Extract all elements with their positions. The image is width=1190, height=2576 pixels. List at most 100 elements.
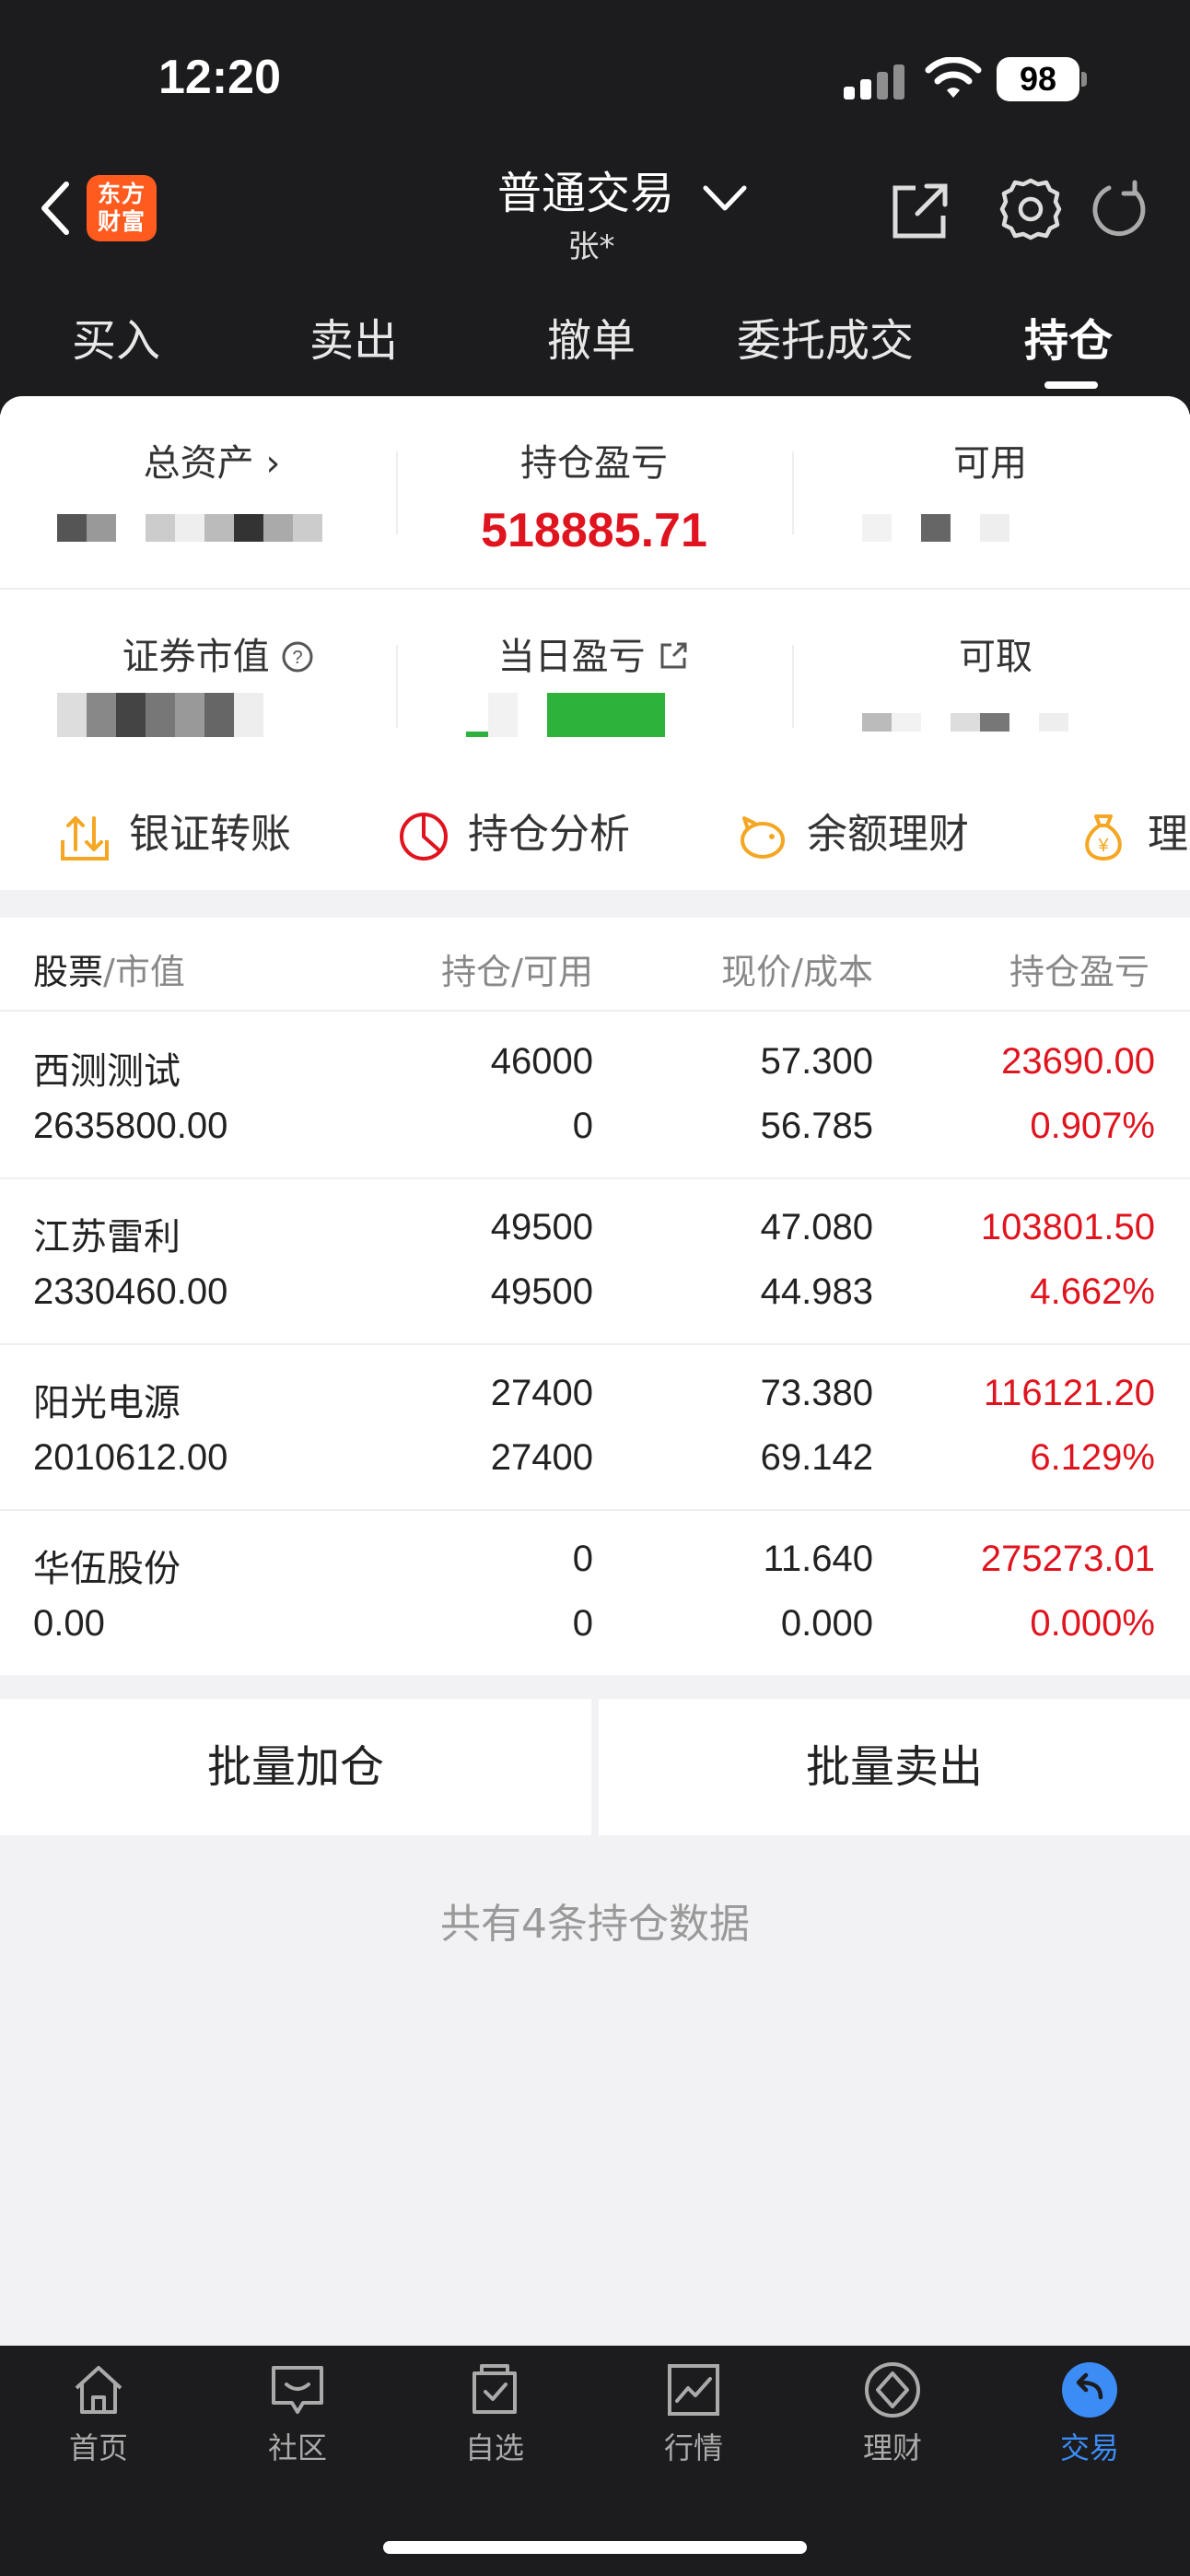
stock-cost: 69.142 — [760, 1437, 873, 1478]
daily-pl[interactable]: 当日盈亏 — [396, 626, 792, 680]
transfer-icon — [61, 816, 109, 861]
stock-cost: 0.000 — [780, 1603, 873, 1644]
quick-action-wealth[interactable]: ¥ 理财 — [1076, 807, 1190, 862]
account-type-title[interactable]: 普通交易 — [497, 157, 674, 221]
chevron-down-icon[interactable] — [702, 182, 748, 214]
nav-trade-label: 交易 — [1059, 2430, 1119, 2465]
stock-market-value: 2010612.00 — [33, 1437, 228, 1478]
brand-logo: 东方 财富 — [87, 175, 157, 241]
home-indicator — [383, 2541, 807, 2554]
home-icon — [75, 2366, 122, 2414]
table-row[interactable]: 华伍股份 0.00 0 0 11.640 0.000 275273.01 0.0… — [0, 1511, 1190, 1677]
analysis-label: 持仓分析 — [468, 811, 630, 858]
masked-available — [862, 514, 1009, 542]
nav-trade[interactable]: 交易 — [1030, 2360, 1149, 2467]
stock-position: 46000 — [490, 1041, 593, 1082]
header-market-value-label: 市值 — [114, 952, 185, 992]
stock-pl-pct: 0.907% — [1030, 1106, 1155, 1146]
stock-position: 27400 — [490, 1373, 593, 1413]
active-tab-indicator — [1044, 381, 1098, 389]
tab-cancel[interactable]: 撤单 — [547, 304, 636, 369]
market-icon — [668, 2364, 719, 2416]
masked-daily-pl — [466, 693, 665, 737]
nav-wealth[interactable]: 理财 — [833, 2360, 952, 2467]
stock-available: 0 — [572, 1106, 593, 1146]
header-position-label: 持仓 — [441, 952, 512, 992]
market-value-label: 证券市值 — [122, 636, 270, 678]
svg-text:¥: ¥ — [1097, 836, 1109, 856]
stock-name: 西测测试 — [33, 1050, 181, 1093]
account-user: 张* — [567, 228, 615, 265]
tab-positions[interactable]: 持仓 — [1024, 304, 1113, 369]
stock-pl: 275273.01 — [980, 1539, 1155, 1579]
withdrawable-label: 可取 — [959, 636, 1032, 678]
stock-pl: 116121.20 — [983, 1373, 1155, 1413]
community-icon — [272, 2366, 323, 2414]
header-price: 现价/成本 — [721, 952, 873, 992]
stock-pl: 103801.50 — [980, 1207, 1155, 1247]
table-row[interactable]: 西测测试 2635800.00 46000 0 57.300 56.785 23… — [0, 1013, 1190, 1179]
available-label: 可用 — [953, 442, 1027, 485]
stock-available: 27400 — [490, 1437, 593, 1478]
stock-price: 73.380 — [760, 1373, 873, 1413]
stock-price: 57.300 — [760, 1041, 873, 1082]
table-row[interactable]: 阳光电源 2010612.00 27400 27400 73.380 69.14… — [0, 1345, 1190, 1511]
tab-orders[interactable]: 委托成交 — [737, 304, 914, 369]
tab-buy[interactable]: 买入 — [72, 304, 160, 369]
tab-sell[interactable]: 卖出 — [309, 304, 398, 369]
wealth-icon — [865, 2362, 920, 2418]
nav-market-label: 行情 — [663, 2430, 723, 2465]
total-assets[interactable]: 总资产 › — [14, 433, 410, 486]
battery-level: 98 — [997, 57, 1079, 101]
nav-watchlist[interactable]: 自选 — [435, 2360, 554, 2467]
stock-available: 49500 — [490, 1271, 593, 1312]
wealth-label: 理财 — [1148, 811, 1190, 858]
batch-actions: 批量加仓 批量卖出 — [0, 1699, 1190, 1835]
battery-tip — [1081, 72, 1087, 87]
header-cost-label: 成本 — [802, 952, 873, 992]
batch-add-button[interactable]: 批量加仓 — [0, 1699, 591, 1835]
divider — [792, 645, 794, 728]
top-bar: 12:20 98 东方 财富 普通交易 张* 买入 卖出 撤单 委托成交 持仓 — [0, 0, 1190, 415]
withdrawable: 可取 — [798, 626, 1190, 680]
help-icon[interactable]: ? — [281, 640, 314, 673]
share-icon[interactable] — [888, 179, 952, 243]
nav-wealth-label: 理财 — [862, 2430, 922, 2465]
watchlist-icon — [472, 2364, 517, 2414]
transfer-label: 银证转账 — [129, 811, 291, 858]
stock-pl-pct: 6.129% — [1030, 1437, 1155, 1478]
summary-row-1: 总资产 › 持仓盈亏 518885.71 可用 — [0, 396, 1190, 590]
stock-position: 0 — [572, 1539, 593, 1579]
header-stock-label: 股票 — [33, 952, 104, 992]
logo-text: 东方 财富 — [97, 181, 146, 235]
nav-community[interactable]: 社区 — [238, 2360, 357, 2467]
gear-icon[interactable] — [997, 175, 1065, 243]
header-position: 持仓/可用 — [441, 952, 593, 992]
position-pl: 持仓盈亏 518885.71 — [396, 433, 792, 558]
stock-market-value: 0.00 — [33, 1603, 105, 1644]
header-pl-label: 持仓盈亏 — [1009, 952, 1150, 992]
stock-available: 0 — [572, 1603, 593, 1644]
stock-pl: 23690.00 — [1001, 1041, 1155, 1082]
svg-text:?: ? — [293, 648, 303, 668]
stock-price: 47.080 — [760, 1207, 873, 1247]
pie-chart-icon — [400, 813, 448, 861]
nav-market[interactable]: 行情 — [634, 2360, 753, 2467]
nav-home[interactable]: 首页 — [39, 2360, 158, 2467]
back-icon[interactable] — [37, 179, 74, 238]
batch-sell-button[interactable]: 批量卖出 — [599, 1699, 1190, 1835]
stock-market-value: 2330460.00 — [33, 1271, 228, 1312]
nav-home-label: 首页 — [68, 2430, 128, 2465]
chevron-right-icon: › — [265, 442, 281, 485]
masked-total-assets — [57, 514, 322, 542]
table-row[interactable]: 江苏雷利 2330460.00 49500 49500 47.080 44.98… — [0, 1179, 1190, 1345]
market-value: 证券市值 ? — [20, 626, 416, 680]
refresh-icon[interactable] — [1087, 177, 1151, 241]
stock-cost: 44.983 — [760, 1271, 873, 1312]
total-assets-label: 总资产 — [143, 442, 254, 485]
nav-watchlist-label: 自选 — [464, 2430, 524, 2465]
stock-name: 江苏雷利 — [33, 1216, 181, 1259]
balance-wealth-label: 余额理财 — [807, 811, 969, 858]
daily-pl-label: 当日盈亏 — [497, 636, 646, 678]
header-pl: 持仓盈亏 — [1009, 943, 1190, 994]
